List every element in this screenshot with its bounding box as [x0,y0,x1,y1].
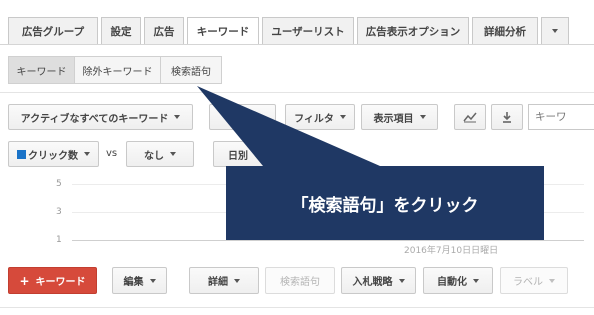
add-keyword-label: キーワード [35,277,86,288]
labels-dropdown[interactable]: ラベル [500,267,568,294]
bid-strategy-label: 入札戦略 [352,277,393,288]
edit-label: 編集 [123,277,144,288]
chevron-down-icon [234,278,240,283]
details-label: 詳細 [208,277,228,288]
search-terms-button[interactable]: 検索語句 [265,267,335,294]
callout-text: 「検索語句」をクリック [291,195,479,216]
automate-label: 自動化 [437,277,467,288]
chevron-down-icon [398,278,405,283]
automate-dropdown[interactable]: 自動化 [423,267,493,294]
plus-icon: + [19,273,30,288]
chevron-down-icon [149,278,156,283]
labels-label: ラベル [513,277,543,288]
search-terms-label: 検索語句 [280,277,320,288]
chevron-down-icon [473,278,479,283]
chevron-down-icon [549,278,555,283]
edit-dropdown[interactable]: 編集 [112,267,167,294]
details-dropdown[interactable]: 詳細 [189,267,259,294]
ad-platform-keywords-view: 広告グループ 設定 広告 キーワード ユーザーリスト 広告表示オプション 詳細分… [0,0,594,315]
callout-arrow [197,86,380,166]
add-keyword-button[interactable]: + キーワード [8,267,97,294]
bid-strategy-dropdown[interactable]: 入札戦略 [341,267,416,294]
divider [0,307,594,308]
